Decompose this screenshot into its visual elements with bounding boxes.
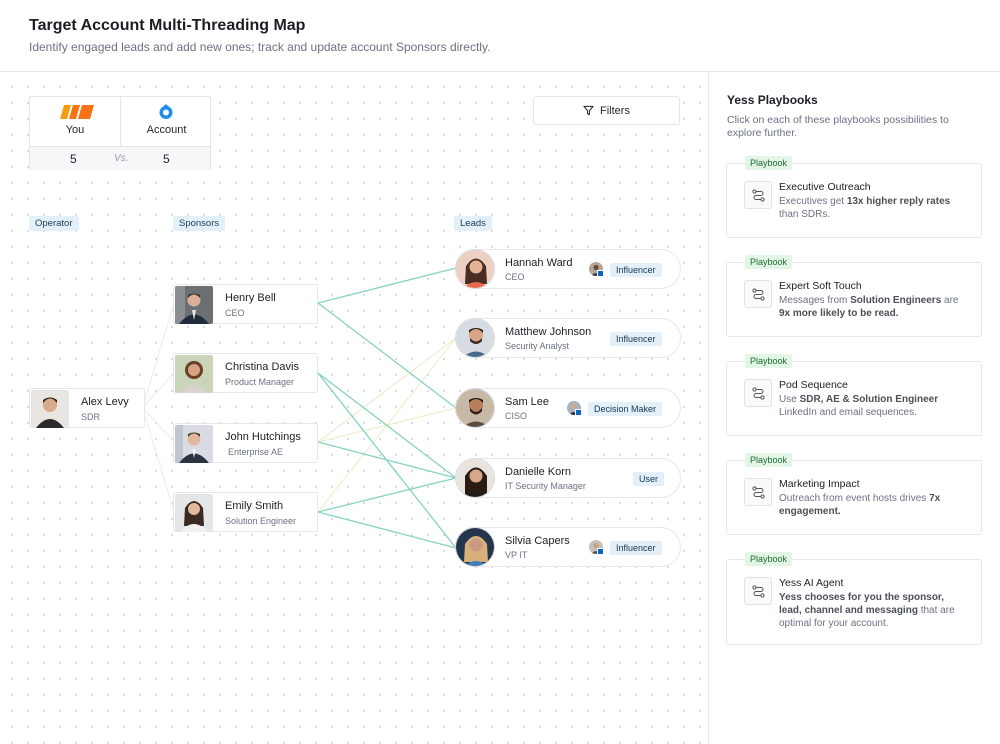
sponsor-role: Product Manager (225, 377, 295, 387)
lead-name: Danielle Korn (505, 466, 572, 478)
sponsor-role: Enterprise AE (228, 447, 284, 457)
avatar (175, 286, 213, 324)
filters-button[interactable]: Filters (533, 96, 680, 125)
score-account: Account (121, 97, 212, 146)
sponsor-name: Christina Davis (225, 361, 299, 373)
score-values: 5 Vs. 5 (30, 146, 210, 170)
page-title: Target Account Multi-Threading Map (29, 17, 306, 34)
lead-badge: Influencer (610, 332, 662, 346)
sponsor-card[interactable]: John Hutchings Enterprise AE (173, 423, 318, 463)
playbook-card[interactable]: Playbook Pod Sequence Use SDR, AE & Solu… (726, 354, 982, 436)
sidebar-title: Yess Playbooks (727, 93, 818, 107)
lead-role: VP IT (505, 550, 528, 560)
playbook-tag: Playbook (745, 453, 793, 467)
playbook-card[interactable]: Playbook Yess AI Agent Yess chooses for … (726, 552, 982, 645)
score-you: You (30, 97, 121, 146)
operator-name: Alex Levy (81, 396, 129, 408)
route-icon (744, 280, 772, 308)
lead-card[interactable]: Hannah Ward CEO Influencer (455, 249, 681, 289)
account-label: Account (146, 124, 187, 136)
operator-column-tag: Operator (29, 216, 79, 231)
linkedin-icon (575, 409, 582, 416)
lead-card[interactable]: Sam Lee CISO Decision Maker (455, 388, 681, 428)
lead-card[interactable]: Silvia Capers VP IT Influencer (455, 527, 681, 567)
lead-card[interactable]: Danielle Korn IT Security Manager User (455, 458, 681, 498)
you-label: You (65, 124, 85, 136)
lead-role: CISO (505, 411, 528, 421)
lead-name: Matthew Johnson (505, 326, 592, 338)
playbook-card[interactable]: Playbook Executive Outreach Executives g… (726, 156, 982, 238)
lead-name: Silvia Capers (505, 535, 570, 547)
playbook-text: Use SDR, AE & Solution Engineer LinkedIn… (779, 394, 939, 418)
playbook-tag: Playbook (745, 552, 793, 566)
playbooks-sidebar: Yess Playbooks Click on each of these pl… (710, 73, 1000, 744)
lead-role: Security Analyst (505, 341, 570, 351)
playbook-tag: Playbook (745, 255, 793, 269)
playbook-name: Expert Soft Touch (779, 280, 862, 292)
avatar (455, 318, 495, 358)
page-subtitle: Identify engaged leads and add new ones;… (29, 40, 491, 54)
sponsor-card[interactable]: Christina Davis Product Manager (173, 353, 318, 393)
route-icon (744, 181, 772, 209)
lead-badge: Influencer (610, 541, 662, 555)
avatar (175, 425, 213, 463)
vs-label: Vs. (114, 153, 129, 164)
playbook-text: Yess chooses for you the sponsor, lead, … (779, 592, 955, 629)
operator-role: SDR (81, 412, 101, 422)
you-score: 5 (70, 152, 77, 166)
sponsor-card[interactable]: Emily Smith Solution Engineer (173, 492, 318, 532)
company-logo-icon (60, 105, 94, 119)
playbook-text: Messages from Solution Engineers are 9x … (779, 295, 959, 319)
lead-card[interactable]: Matthew Johnson Security Analyst Influen… (455, 318, 681, 358)
lead-role: IT Security Manager (505, 481, 586, 491)
playbook-tag: Playbook (745, 156, 793, 170)
playbook-card[interactable]: Playbook Marketing Impact Outreach from … (726, 453, 982, 535)
sponsor-name: John Hutchings (225, 431, 301, 443)
filters-label: Filters (600, 104, 630, 117)
account-logo-icon (159, 104, 173, 119)
playbook-name: Yess AI Agent (779, 577, 844, 589)
playbook-text: Executives get 13x higher reply rates th… (779, 196, 951, 220)
avatar (455, 388, 495, 428)
sponsor-role: Solution Engineer (225, 516, 297, 526)
route-icon (744, 478, 772, 506)
sponsor-name: Henry Bell (225, 292, 276, 304)
leads-column-tag: Leads (454, 216, 492, 231)
lead-badge: Influencer (610, 263, 662, 277)
avatar (175, 494, 213, 532)
page-header: Target Account Multi-Threading Map Ident… (0, 0, 1000, 72)
playbook-name: Marketing Impact (779, 478, 860, 490)
route-icon (744, 577, 772, 605)
account-score: 5 (163, 152, 170, 166)
lead-name: Hannah Ward (505, 257, 573, 269)
linkedin-icon (597, 548, 604, 555)
sponsors-column-tag: Sponsors (173, 216, 226, 231)
lead-badge: Decision Maker (588, 402, 663, 416)
operator-card[interactable]: Alex Levy SDR (29, 388, 145, 428)
sponsor-card[interactable]: Henry Bell CEO (173, 284, 318, 324)
playbook-card[interactable]: Playbook Expert Soft Touch Messages from… (726, 255, 982, 337)
sponsor-name: Emily Smith (225, 500, 284, 512)
sponsor-role: CEO (225, 308, 245, 318)
avatar (455, 527, 495, 567)
playbook-text: Outreach from event hosts drives 7x enga… (779, 493, 941, 517)
avatar (455, 458, 495, 498)
lead-role: CEO (505, 272, 525, 282)
avatar (455, 249, 495, 289)
sidebar-description: Click on each of these playbooks possibi… (727, 114, 949, 139)
avatar (31, 390, 69, 428)
playbook-tag: Playbook (745, 354, 793, 368)
playbook-name: Pod Sequence (779, 379, 848, 391)
filter-icon (583, 105, 594, 116)
route-icon (744, 379, 772, 407)
playbook-name: Executive Outreach (779, 181, 871, 193)
avatar (175, 355, 213, 393)
lead-name: Sam Lee (505, 396, 550, 408)
score-box: You Account 5 Vs. 5 (29, 96, 211, 170)
linkedin-icon (597, 270, 604, 277)
lead-badge: User (633, 472, 665, 486)
